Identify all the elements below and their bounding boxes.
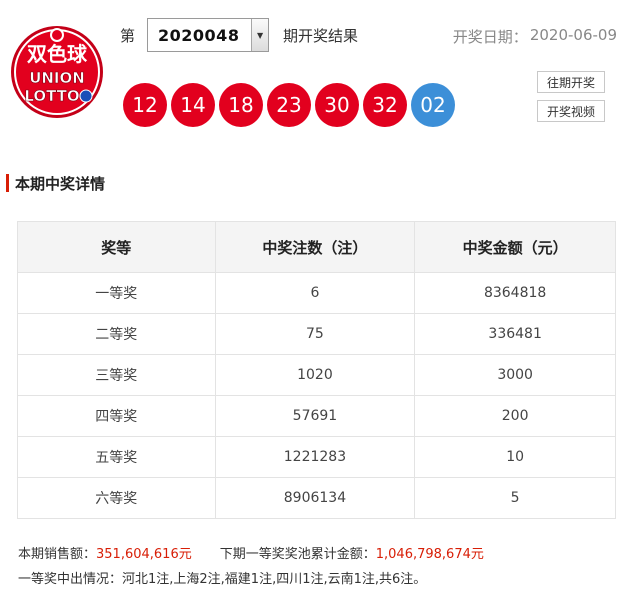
prize-level-cell: 四等奖 — [17, 395, 216, 437]
winner-count-cell: 1020 — [214, 354, 416, 396]
history-draws-button[interactable]: 往期开奖 — [537, 71, 605, 93]
red-ball: 14 — [171, 83, 215, 127]
header-prize-level: 奖等 — [17, 221, 216, 273]
table-row: 三等奖 1020 3000 — [17, 354, 616, 396]
section-title-marker — [6, 174, 9, 192]
prize-amount-cell: 10 — [414, 436, 616, 478]
first-prize-winners: 一等奖中出情况：河北1注,上海2注,福建1注,四川1注,云南1注,共6注。 — [18, 572, 427, 587]
issue-prefix: 第 — [120, 26, 136, 45]
table-row: 一等奖 6 8364818 — [17, 272, 616, 314]
sales-value: 351,604,616元 — [96, 547, 192, 562]
draw-date-value: 2020-06-09 — [529, 26, 617, 44]
table-header-row: 奖等 中奖注数（注） 中奖金额（元） — [17, 221, 616, 273]
prize-amount-cell: 3000 — [414, 354, 616, 396]
section-title: 本期中奖详情 — [6, 173, 105, 193]
winning-balls: 12 14 18 23 30 32 02 — [123, 83, 459, 127]
prize-amount-cell: 8364818 — [414, 272, 616, 314]
draw-video-button[interactable]: 开奖视频 — [537, 100, 605, 122]
prize-level-cell: 五等奖 — [17, 436, 216, 478]
logo-bottom-text: LOTTO — [24, 87, 79, 105]
issue-select[interactable]: 2020048 ▼ — [147, 18, 270, 52]
chevron-down-icon[interactable]: ▼ — [251, 19, 269, 51]
winner-count-cell: 1221283 — [214, 436, 416, 478]
section-title-text: 本期中奖详情 — [15, 174, 106, 193]
logo-mid-text: UNION — [29, 69, 85, 87]
header-prize-amount: 中奖金额（元） — [414, 221, 616, 273]
draw-date-label: 开奖日期： — [452, 28, 528, 46]
prize-level-cell: 三等奖 — [17, 354, 216, 396]
prize-table: 奖等 中奖注数（注） 中奖金额（元） 一等奖 6 8364818 二等奖 75 … — [17, 221, 616, 519]
logo-blue-ball-icon — [79, 89, 93, 103]
winner-count-cell: 57691 — [214, 395, 416, 437]
prize-amount-cell: 336481 — [414, 313, 616, 355]
header-winner-count: 中奖注数（注） — [214, 221, 416, 273]
red-ball: 18 — [219, 83, 263, 127]
red-ball: 23 — [267, 83, 311, 127]
issue-select-value: 2020048 — [158, 25, 240, 45]
draw-date: 开奖日期： 2020-06-09 — [453, 26, 617, 47]
issue-suffix: 期开奖结果 — [283, 26, 359, 45]
pool-value: 1,046,798,674元 — [375, 547, 484, 562]
prize-level-cell: 一等奖 — [17, 272, 216, 314]
issue-row: 第 2020048 ▼ 期开奖结果 — [120, 17, 358, 53]
red-ball: 12 — [123, 83, 167, 127]
red-ball: 32 — [363, 83, 407, 127]
table-row: 四等奖 57691 200 — [17, 395, 616, 437]
blue-ball: 02 — [411, 83, 455, 127]
union-lotto-logo: 双色球 UNION LOTTO — [10, 25, 104, 119]
table-row: 五等奖 1221283 10 — [17, 436, 616, 478]
logo-top-text: 双色球 — [27, 42, 88, 66]
prize-level-cell: 二等奖 — [17, 313, 216, 355]
winner-count-cell: 75 — [214, 313, 416, 355]
table-row: 六等奖 8906134 5 — [17, 477, 616, 519]
red-ball: 30 — [315, 83, 359, 127]
table-row: 二等奖 75 336481 — [17, 313, 616, 355]
winner-count-cell: 8906134 — [214, 477, 416, 519]
prize-amount-cell: 5 — [414, 477, 616, 519]
logo-emblem: 双色球 UNION LOTTO — [11, 26, 103, 118]
pool-label: 下期一等奖奖池累计金额： — [219, 547, 376, 562]
winner-count-cell: 6 — [214, 272, 416, 314]
prize-amount-cell: 200 — [414, 395, 616, 437]
sales-summary: 本期销售额：351,604,616元 下期一等奖奖池累计金额：1,046,798,… — [18, 543, 484, 562]
prize-level-cell: 六等奖 — [17, 477, 216, 519]
sales-label: 本期销售额： — [18, 547, 97, 562]
